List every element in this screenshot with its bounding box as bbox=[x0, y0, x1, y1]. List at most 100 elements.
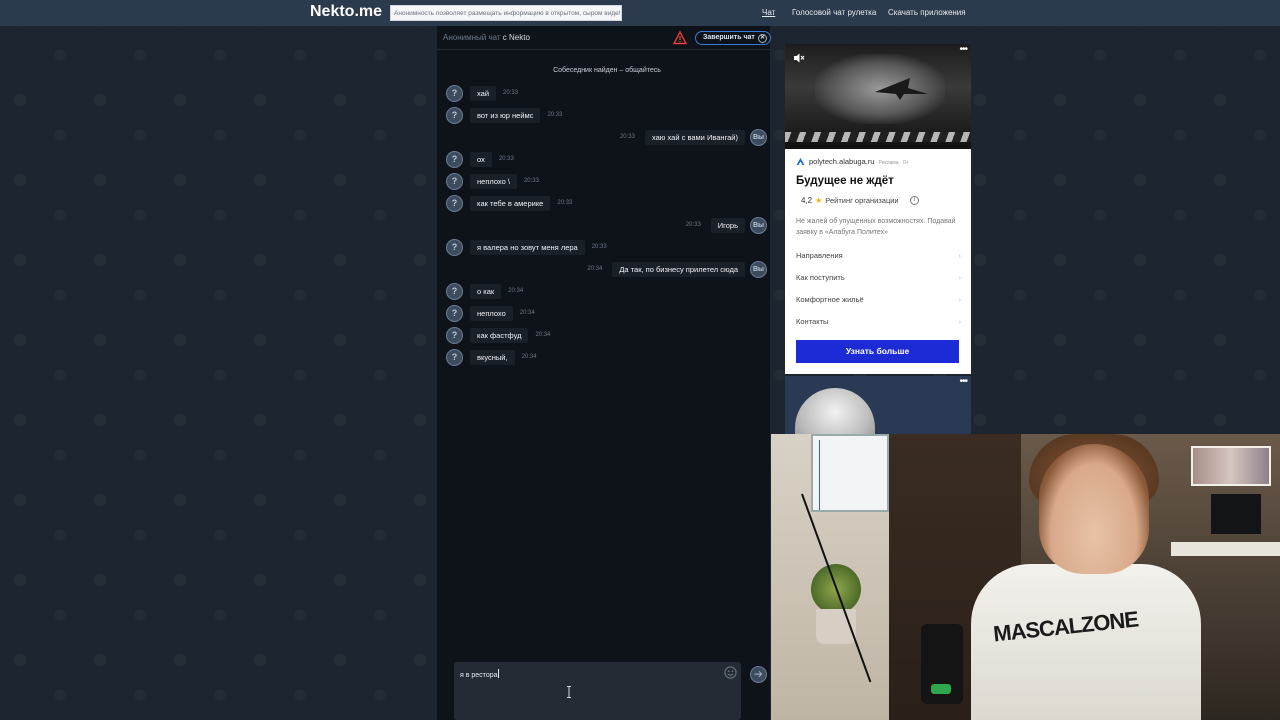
chat-title-anon: Анонимный чат bbox=[443, 33, 501, 42]
message-time: 20:34 bbox=[535, 332, 551, 338]
smiley-icon[interactable] bbox=[724, 666, 737, 679]
message-input-value: я в рестора bbox=[460, 669, 499, 679]
warning-triangle-icon[interactable] bbox=[673, 31, 687, 45]
more-options-icon[interactable]: ••• bbox=[959, 44, 967, 55]
ad-video[interactable]: ••• bbox=[785, 44, 971, 149]
message-time: 20:33 bbox=[685, 222, 701, 228]
message-text: ох bbox=[470, 151, 492, 167]
stranger-avatar: ? bbox=[446, 326, 463, 344]
anonymity-notice: Анонимность позволяет размещать информац… bbox=[390, 5, 622, 21]
close-icon: ✕ bbox=[758, 34, 767, 43]
message-time: 20:34 bbox=[519, 310, 535, 316]
polytech-logo-icon bbox=[796, 158, 805, 165]
webcam-wall-picture bbox=[1191, 446, 1271, 486]
message-input[interactable]: я в рестора bbox=[454, 662, 741, 720]
incoming-message: ? неплохо \ 20:33 bbox=[446, 172, 539, 190]
chat-title-with: с Nekto bbox=[502, 33, 530, 42]
ad-link-label: Комфортное жильё bbox=[796, 295, 864, 304]
ad-person-image bbox=[795, 388, 875, 434]
incoming-message: ? ох 20:33 bbox=[446, 150, 514, 168]
message-text: я валера но зовут меня лера bbox=[470, 239, 585, 255]
site-logo[interactable]: Nekto.me bbox=[310, 3, 382, 21]
top-navbar: Nekto.me Анонимность позволяет размещать… bbox=[0, 0, 1280, 26]
outgoing-message: 20:33 Игорь Вы bbox=[685, 216, 767, 234]
my-avatar: Вы bbox=[750, 216, 767, 234]
message-text: хай bbox=[470, 85, 497, 101]
message-time: 20:34 bbox=[521, 354, 537, 360]
incoming-message: ? о как 20:34 bbox=[446, 282, 523, 300]
info-icon[interactable]: i bbox=[909, 196, 919, 205]
text-caret bbox=[497, 669, 499, 678]
send-button[interactable] bbox=[750, 666, 767, 683]
message-text: как тебе в америке bbox=[470, 195, 551, 211]
webcam-monitor bbox=[1211, 494, 1261, 534]
my-avatar: Вы bbox=[750, 128, 767, 146]
incoming-message: ? я валера но зовут меня лера 20:33 bbox=[446, 238, 607, 256]
ad-video-stripes bbox=[785, 132, 971, 142]
nav-download-apps-link[interactable]: Скачать приложения bbox=[888, 8, 966, 17]
incoming-message: ? хай 20:33 bbox=[446, 84, 519, 102]
more-options-icon[interactable]: ••• bbox=[959, 376, 967, 387]
message-text: о как bbox=[470, 283, 502, 299]
message-time: 20:33 bbox=[523, 178, 539, 184]
incoming-message: ? неплохо 20:34 bbox=[446, 304, 535, 322]
ad-link-label: Контакты bbox=[796, 317, 829, 326]
stranger-avatar: ? bbox=[446, 194, 463, 212]
aircraft-image bbox=[875, 78, 928, 100]
message-time: 20:33 bbox=[619, 134, 635, 140]
ad-link-label: Направления bbox=[796, 251, 843, 260]
learn-more-button[interactable]: Узнать больше bbox=[796, 340, 959, 363]
ad-link-admission[interactable]: Как поступить › bbox=[796, 273, 961, 282]
message-time: 20:34 bbox=[587, 266, 603, 272]
incoming-message: ? как фастфуд 20:34 bbox=[446, 326, 551, 344]
chat-title: Анонимный чат с Nekto bbox=[443, 33, 530, 42]
second-ad-preview[interactable]: ••• bbox=[785, 376, 971, 434]
ad-description: Не жалей об упущенных возможностях. Пода… bbox=[796, 218, 956, 236]
ad-title[interactable]: Будущее не ждёт bbox=[796, 175, 894, 187]
mute-icon[interactable] bbox=[793, 52, 805, 64]
webcam-whiteboard-line bbox=[819, 440, 820, 510]
stranger-avatar: ? bbox=[446, 150, 463, 168]
webcam-overlay: MASCALZONE bbox=[771, 434, 1280, 720]
nav-voice-roulette-link[interactable]: Голосовой чат рулетка bbox=[792, 8, 876, 17]
end-chat-button[interactable]: Завершить чат ✕ bbox=[695, 31, 771, 45]
ad-card[interactable]: ••• polytech.alabuga.ru Реклама · 0+ Буду… bbox=[785, 44, 971, 374]
message-time: 20:33 bbox=[498, 156, 514, 162]
webcam-desk bbox=[1171, 542, 1280, 556]
nav-chat-link[interactable]: Чат bbox=[762, 8, 775, 17]
ad-link-label: Как поступить bbox=[796, 273, 845, 282]
incoming-message: ? вот из юр неймс 20:33 bbox=[446, 106, 563, 124]
message-text: вот из юр неймс bbox=[470, 107, 541, 123]
stranger-avatar: ? bbox=[446, 106, 463, 124]
message-text: вкусный, bbox=[470, 349, 515, 365]
message-time: 20:33 bbox=[503, 90, 519, 96]
ad-link-contacts[interactable]: Контакты › bbox=[796, 317, 961, 326]
ad-domain[interactable]: polytech.alabuga.ru Реклама · 0+ bbox=[809, 157, 909, 166]
message-time: 20:33 bbox=[591, 244, 607, 250]
chevron-right-icon: › bbox=[958, 251, 962, 260]
webcam-person-face bbox=[1039, 444, 1149, 574]
outgoing-message: 20:33 хаю хай с вами Ивангай) Вы bbox=[619, 128, 767, 146]
webcam-mic-light bbox=[931, 684, 951, 694]
incoming-message: ? как тебе в америке 20:33 bbox=[446, 194, 573, 212]
message-time: 20:33 bbox=[557, 200, 573, 206]
rating-label: Рейтинг организации bbox=[825, 196, 899, 205]
ad-link-directions[interactable]: Направления › bbox=[796, 251, 961, 260]
chat-panel: Анонимный чат с Nekto Завершить чат ✕ Со… bbox=[437, 26, 771, 720]
message-time: 20:33 bbox=[547, 112, 563, 118]
ad-label: Реклама · 0+ bbox=[878, 160, 909, 166]
my-avatar: Вы bbox=[750, 260, 767, 278]
system-message: Собеседник найден – общайтесь bbox=[553, 67, 661, 74]
message-text: Да так, по бизнесу прилетел сюда bbox=[612, 261, 745, 277]
stranger-avatar: ? bbox=[446, 348, 463, 366]
message-text: как фастфуд bbox=[470, 327, 529, 343]
stranger-avatar: ? bbox=[446, 172, 463, 190]
webcam-whiteboard bbox=[811, 434, 889, 512]
stranger-avatar: ? bbox=[446, 238, 463, 256]
outgoing-message: 20:34 Да так, по бизнесу прилетел сюда Вы bbox=[587, 260, 767, 278]
send-icon bbox=[754, 671, 763, 678]
end-chat-label: Завершить чат bbox=[703, 34, 755, 41]
ad-rating: 4,2 ★ Рейтинг организации i bbox=[801, 196, 919, 205]
message-input-text: я в рестора bbox=[460, 672, 498, 679]
ad-link-housing[interactable]: Комфортное жильё › bbox=[796, 295, 961, 304]
